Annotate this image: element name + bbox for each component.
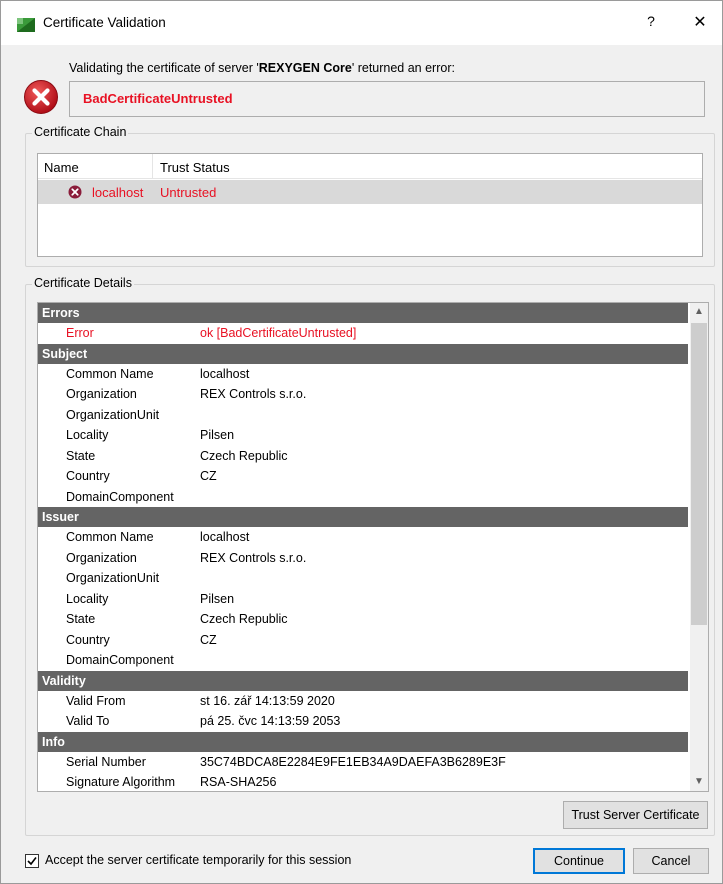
details-row-value: pá 25. čvc 14:13:59 2053 xyxy=(200,714,341,728)
cancel-button[interactable]: Cancel xyxy=(633,848,709,874)
column-header-trust-status[interactable]: Trust Status xyxy=(160,160,230,175)
app-icon xyxy=(17,18,35,32)
details-row-key: Signature Algorithm xyxy=(66,775,176,789)
untrusted-icon xyxy=(68,185,82,199)
details-row-key: Common Name xyxy=(66,366,154,381)
details-row-value: REX Controls s.r.o. xyxy=(200,387,307,401)
trust-server-certificate-button[interactable]: Trust Server Certificate xyxy=(563,801,708,829)
details-section-header[interactable]: Errors xyxy=(38,303,688,323)
certificate-chain-label: Certificate Chain xyxy=(32,125,129,139)
close-button[interactable]: ✕ xyxy=(690,12,710,32)
details-row[interactable]: Valid To pá 25. čvc 14:13:59 2053 xyxy=(38,711,688,732)
details-row[interactable]: State Czech Republic xyxy=(38,446,688,467)
details-row[interactable]: DomainComponent xyxy=(38,487,688,508)
details-row-value: RSA-SHA256 xyxy=(200,775,277,789)
scroll-down-arrow-icon[interactable]: ▼ xyxy=(690,773,708,791)
details-row[interactable]: Organization REX Controls s.r.o. xyxy=(38,548,688,569)
details-row-key: Locality xyxy=(66,591,109,606)
details-row[interactable]: Country CZ xyxy=(38,466,688,487)
details-scrollbar[interactable]: ▲ ▼ xyxy=(690,303,708,791)
certificate-details-tree[interactable]: Errors Error ok [BadCertificateUntrusted] S… xyxy=(37,302,709,792)
details-row[interactable]: Organization REX Controls s.r.o. xyxy=(38,384,688,405)
error-message-prefix: Validating the certificate of server ' xyxy=(69,61,259,75)
details-row-key: State xyxy=(66,448,96,463)
details-row[interactable]: Valid From st 16. zář 14:13:59 2020 xyxy=(38,691,688,712)
help-button[interactable]: ? xyxy=(642,13,660,33)
chain-row-trust: Untrusted xyxy=(160,185,217,200)
details-row-value: ok [BadCertificateUntrusted] xyxy=(200,326,357,340)
details-row-key: Common Name xyxy=(66,530,154,544)
details-row[interactable]: Country CZ xyxy=(38,630,688,651)
certificate-chain-list[interactable]: Name Trust Status localhost Untrusted xyxy=(37,153,703,257)
details-row-key: OrganizationUnit xyxy=(66,571,160,585)
details-row[interactable]: OrganizationUnit xyxy=(38,405,688,426)
details-row[interactable]: Signature Algorithm RSA-SHA256 xyxy=(38,772,688,791)
details-row-key: DomainComponent xyxy=(66,653,174,667)
details-row-value: CZ xyxy=(200,632,217,647)
details-row-key: Country xyxy=(66,469,110,483)
error-message-suffix: ' returned an error: xyxy=(351,61,455,75)
details-row-value: Czech Republic xyxy=(200,448,288,463)
certificate-validation-dialog: Certificate Validation ? ✕ Validating th… xyxy=(0,0,723,884)
continue-button[interactable]: Continue xyxy=(533,848,625,874)
details-row-value: Pilsen xyxy=(200,428,235,442)
error-code-box: BadCertificateUntrusted xyxy=(69,81,705,117)
certificate-details-label: Certificate Details xyxy=(32,276,134,290)
error-code: BadCertificateUntrusted xyxy=(83,91,233,106)
details-row-value: REX Controls s.r.o. xyxy=(200,550,307,565)
details-row-key: Organization xyxy=(66,550,137,565)
details-section-header[interactable]: Issuer xyxy=(38,507,688,527)
details-row-key: Organization xyxy=(66,387,137,401)
accept-temporarily-label[interactable]: Accept the server certificate temporaril… xyxy=(45,853,351,867)
details-row-key: DomainComponent xyxy=(66,489,174,504)
details-row[interactable]: Locality Pilsen xyxy=(38,589,688,610)
details-section-header[interactable]: Info xyxy=(38,731,688,752)
details-row[interactable]: Common Name localhost xyxy=(38,364,688,385)
error-message: Validating the certificate of server 'RE… xyxy=(69,61,455,75)
details-section-header[interactable]: Validity xyxy=(38,670,688,691)
server-name: REXYGEN Core xyxy=(258,61,352,75)
details-section-header[interactable]: Subject xyxy=(38,343,688,364)
details-row[interactable]: Locality Pilsen xyxy=(38,425,688,446)
details-row-key: Error xyxy=(66,326,94,340)
details-row-value: localhost xyxy=(200,366,250,381)
details-row[interactable]: Common Name localhost xyxy=(38,527,688,548)
details-row-value: CZ xyxy=(200,469,217,483)
chain-header: Name Trust Status xyxy=(38,154,702,179)
checkmark-icon xyxy=(27,857,37,866)
details-row-value: Czech Republic xyxy=(200,612,288,626)
details-row-value: localhost xyxy=(200,530,250,544)
scroll-thumb[interactable] xyxy=(691,323,707,625)
details-row[interactable]: DomainComponent xyxy=(38,650,688,671)
title-bar: Certificate Validation ? ✕ xyxy=(1,1,722,45)
column-separator xyxy=(152,154,153,179)
details-row-key: Valid From xyxy=(66,693,126,708)
details-row-key: Valid To xyxy=(66,714,110,728)
column-header-name[interactable]: Name xyxy=(44,160,79,175)
details-row[interactable]: Serial Number 35C74BDCA8E2284E9FE1EB34A9D… xyxy=(38,752,688,773)
details-row-value: st 16. zář 14:13:59 2020 xyxy=(200,693,335,708)
details-content: Errors Error ok [BadCertificateUntrusted] S… xyxy=(38,303,688,791)
details-row-key: State xyxy=(66,612,96,626)
details-row-key: OrganizationUnit xyxy=(66,407,160,422)
window-title: Certificate Validation xyxy=(43,15,166,30)
details-row-key: Serial Number xyxy=(66,754,146,769)
chain-row[interactable]: localhost Untrusted xyxy=(38,180,702,204)
details-row-value: 35C74BDCA8E2284E9FE1EB34A9DAEFA3B6289E3F xyxy=(200,754,506,769)
details-row[interactable]: OrganizationUnit xyxy=(38,568,688,589)
accept-temporarily-checkbox[interactable] xyxy=(25,854,39,868)
error-icon xyxy=(24,80,58,114)
details-row-key: Country xyxy=(66,632,110,647)
details-row-value: Pilsen xyxy=(200,591,235,606)
details-row[interactable]: State Czech Republic xyxy=(38,609,688,630)
details-row-key: Locality xyxy=(66,428,109,442)
chain-row-name: localhost xyxy=(92,185,144,200)
details-row[interactable]: Error ok [BadCertificateUntrusted] xyxy=(38,323,688,344)
scroll-up-arrow-icon[interactable]: ▲ xyxy=(690,303,708,321)
